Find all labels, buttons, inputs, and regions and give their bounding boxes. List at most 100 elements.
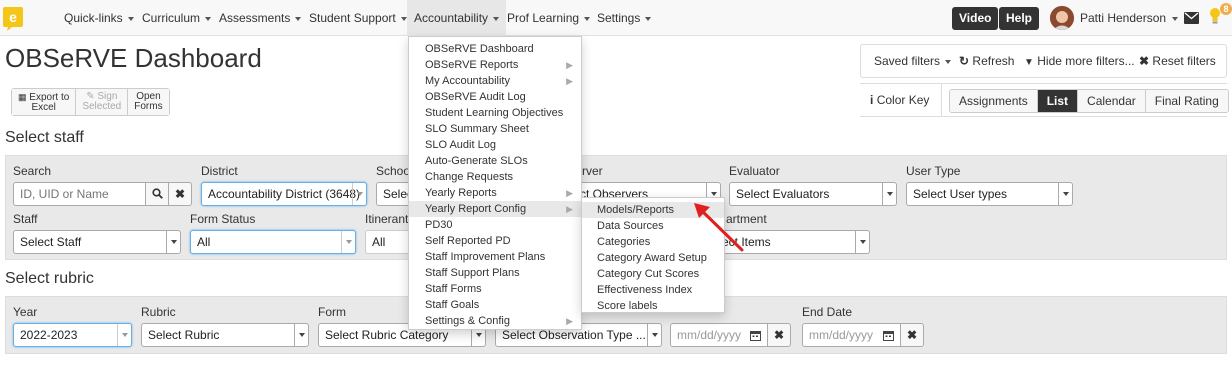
menu-item-self-reported-pd[interactable]: Self Reported PD xyxy=(409,233,581,249)
menu-item-observe-reports[interactable]: OBSeRVE Reports ▶ xyxy=(409,57,581,73)
submenu-item-category-cut-scores[interactable]: Category Cut Scores xyxy=(582,266,724,282)
menu-item-slo-summary-sheet[interactable]: SLO Summary Sheet xyxy=(409,121,581,137)
reset-filters-button[interactable]: ✖ Reset filters xyxy=(1139,45,1216,77)
user-menu[interactable]: Patti Henderson xyxy=(1080,0,1179,36)
tab-assignments[interactable]: Assignments xyxy=(950,90,1038,112)
video-button[interactable]: Video xyxy=(952,7,999,30)
menu-item-auto-generate-slos[interactable]: Auto-Generate SLOs xyxy=(409,153,581,169)
export-label-line1: ▦ Export to xyxy=(18,92,69,103)
refresh-button[interactable]: ↻ Refresh xyxy=(959,45,1014,77)
clear-end-date-button[interactable]: ✖ xyxy=(900,323,924,347)
menu-item-student-learning-objectives[interactable]: Student Learning Objectives xyxy=(409,105,581,121)
observation-type-value: Select Observation Type ... xyxy=(502,328,646,342)
menu-item-staff-support-plans[interactable]: Staff Support Plans xyxy=(409,265,581,281)
nav-accountability[interactable]: Accountability xyxy=(407,0,507,36)
submenu-item-effectiveness-index[interactable]: Effectiveness Index xyxy=(582,282,724,298)
observer-label: rver xyxy=(582,164,603,178)
calendar-icon[interactable] xyxy=(750,330,761,341)
svg-text:e: e xyxy=(9,9,17,25)
menu-item-staff-forms[interactable]: Staff Forms xyxy=(409,281,581,297)
search-button[interactable] xyxy=(145,182,169,206)
menu-item-settings-config[interactable]: Settings & Config ▶ xyxy=(409,313,581,329)
search-label: Search xyxy=(13,164,52,178)
start-date-input[interactable]: mm/dd/yyyy xyxy=(670,323,768,347)
accountability-menu: OBSeRVE Dashboard OBSeRVE Reports ▶ My Ac… xyxy=(408,36,582,330)
calendar-icon[interactable] xyxy=(883,330,894,341)
staff-label: Staff xyxy=(13,212,38,226)
tab-final-rating[interactable]: Final Rating xyxy=(1145,90,1228,112)
export-label-text: Export to xyxy=(29,91,70,103)
filter-bar: Saved filters ↻ Refresh ▼ Hide more filt… xyxy=(860,44,1227,78)
caret-down-icon xyxy=(295,16,302,21)
search-input[interactable] xyxy=(13,182,146,206)
hide-more-filters-button[interactable]: ▼ Hide more filters... xyxy=(1024,45,1135,77)
rubric-value: Select Rubric xyxy=(148,328,220,342)
envelope-icon[interactable] xyxy=(1184,12,1199,24)
form-status-select[interactable]: All xyxy=(190,230,356,254)
clear-start-date-button[interactable]: ✖ xyxy=(767,323,791,347)
divider xyxy=(941,83,942,117)
menu-item-observe-dashboard[interactable]: OBSeRVE Dashboard xyxy=(409,41,581,57)
chevron-right-icon: ▶ xyxy=(566,60,573,70)
evaluator-value: Select Evaluators xyxy=(736,187,830,201)
logo-icon[interactable]: e xyxy=(2,4,24,32)
caret-down-icon xyxy=(945,59,952,64)
nav-settings[interactable]: Settings xyxy=(597,0,652,36)
chevron-down-icon xyxy=(352,183,366,205)
nav-prof-learning[interactable]: Prof Learning xyxy=(507,0,591,36)
user-type-select[interactable]: Select User types xyxy=(906,182,1073,206)
caret-down-icon xyxy=(205,16,212,21)
evaluator-label: Evaluator xyxy=(729,164,780,178)
submenu-item-score-labels[interactable]: Score labels xyxy=(582,298,724,314)
evaluator-select[interactable]: Select Evaluators xyxy=(729,182,897,206)
year-select[interactable]: 2022-2023 xyxy=(13,323,132,347)
menu-item-staff-goals[interactable]: Staff Goals xyxy=(409,297,581,313)
refresh-icon: ↻ xyxy=(959,54,970,68)
nav-curriculum[interactable]: Curriculum xyxy=(142,0,212,36)
caret-down-icon xyxy=(400,16,407,21)
help-button[interactable]: Help xyxy=(999,7,1040,30)
color-key-button[interactable]: i Color Key xyxy=(870,93,929,107)
nav-student-support[interactable]: Student Support xyxy=(309,0,407,36)
menu-item-pd30[interactable]: PD30 xyxy=(409,217,581,233)
export-excel-button[interactable]: ▦ Export to Excel xyxy=(12,89,77,115)
menu-item-yearly-reports[interactable]: Yearly Reports ▶ xyxy=(409,185,581,201)
menu-item-change-requests[interactable]: Change Requests xyxy=(409,169,581,185)
close-icon: ✖ xyxy=(773,328,785,342)
tab-calendar[interactable]: Calendar xyxy=(1078,90,1146,112)
menu-item-slo-audit-log[interactable]: SLO Audit Log xyxy=(409,137,581,153)
menu-item-staff-improvement-plans[interactable]: Staff Improvement Plans xyxy=(409,249,581,265)
table-icon: ▦ xyxy=(18,91,27,102)
top-navbar: e Quick-links Curriculum Assessments Stu… xyxy=(0,0,1232,36)
tab-list[interactable]: List xyxy=(1037,90,1079,112)
user-type-value: Select User types xyxy=(913,187,1008,201)
end-date-label: End Date xyxy=(802,305,853,319)
menu-item-yearly-report-config[interactable]: Yearly Report Config ▶ xyxy=(409,201,581,217)
info-icon: i xyxy=(870,93,874,107)
nav-quick-links[interactable]: Quick-links xyxy=(64,0,134,36)
end-date-input[interactable]: mm/dd/yyyy xyxy=(802,323,901,347)
avatar[interactable] xyxy=(1050,6,1074,30)
filter-icon: ▼ xyxy=(1024,57,1034,68)
rubric-select[interactable]: Select Rubric xyxy=(141,323,309,347)
menu-item-my-accountability[interactable]: My Accountability ▶ xyxy=(409,73,581,89)
menu-item-observe-audit-log[interactable]: OBSeRVE Audit Log xyxy=(409,89,581,105)
action-toolbar: ▦ Export to Excel ✎ Sign Selected Open F… xyxy=(11,88,170,116)
year-value: 2022-2023 xyxy=(20,328,78,342)
clear-search-button[interactable]: ✖ xyxy=(168,182,192,206)
chevron-down-icon xyxy=(647,324,661,346)
district-label: District xyxy=(201,164,238,178)
district-select[interactable]: Accountability District (3648) xyxy=(201,182,367,206)
sign-selected-button[interactable]: ✎ Sign Selected xyxy=(76,89,129,115)
reset-label: Reset filters xyxy=(1152,54,1216,68)
itinerant-label: Itinerant xyxy=(365,212,409,226)
saved-filters-dropdown[interactable]: Saved filters xyxy=(874,45,952,77)
hide-more-label: Hide more filters... xyxy=(1037,54,1135,68)
staff-select[interactable]: Select Staff xyxy=(13,230,181,254)
open-forms-button[interactable]: Open Forms xyxy=(128,89,169,115)
start-date-placeholder: mm/dd/yyyy xyxy=(677,328,742,342)
chevron-right-icon: ▶ xyxy=(566,204,573,214)
chevron-right-icon: ▶ xyxy=(566,316,573,326)
export-label-line2: Excel xyxy=(31,101,56,113)
nav-assessments[interactable]: Assessments xyxy=(219,0,302,36)
